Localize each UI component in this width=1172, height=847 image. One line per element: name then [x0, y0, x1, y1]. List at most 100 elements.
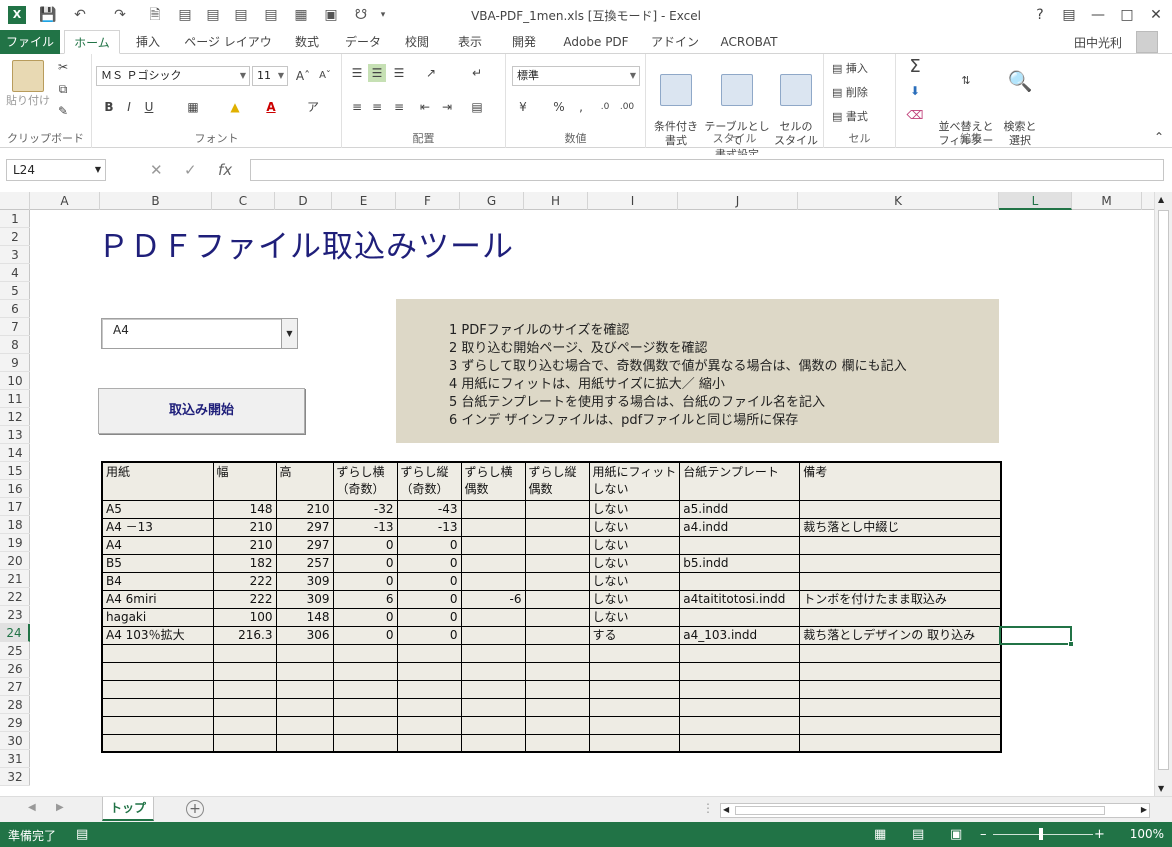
scroll-thumb[interactable] — [1158, 210, 1169, 770]
table-cell[interactable] — [212, 715, 277, 735]
table-cell[interactable] — [679, 571, 801, 591]
table-cell[interactable] — [396, 661, 462, 681]
table-cell[interactable]: 309 — [275, 589, 334, 609]
table-cell[interactable] — [460, 535, 526, 555]
scroll-up-icon[interactable]: ▲ — [1158, 195, 1164, 204]
tab-view[interactable]: 表示 — [448, 30, 492, 54]
column-header[interactable]: D — [275, 192, 332, 210]
font-size-select[interactable]: 11 ▼ — [252, 66, 288, 86]
close-icon[interactable]: ✕ — [1143, 5, 1169, 25]
table-cell[interactable] — [332, 715, 398, 735]
row-header[interactable]: 9 — [0, 354, 30, 372]
table-cell[interactable] — [799, 715, 1002, 735]
merge-center-icon[interactable]: ▤ — [468, 98, 486, 116]
delete-cells-button[interactable]: ▤ 削除 — [832, 84, 868, 100]
table-cell[interactable]: 0 — [332, 553, 398, 573]
format-painter-icon[interactable]: ✎ — [54, 102, 72, 120]
row-header[interactable]: 14 — [0, 444, 30, 462]
table-cell[interactable] — [212, 643, 277, 663]
column-header[interactable]: I — [588, 192, 678, 210]
zoom-slider-thumb[interactable] — [1039, 828, 1043, 840]
row-header[interactable]: 21 — [0, 570, 30, 588]
decrease-decimal-icon[interactable]: .00 — [618, 98, 636, 116]
clear-icon[interactable]: ⌫ — [906, 106, 924, 124]
column-header[interactable]: K — [798, 192, 999, 210]
table-cell[interactable] — [588, 733, 681, 753]
tab-acrobat[interactable]: ACROBAT — [714, 30, 784, 54]
table-cell[interactable] — [101, 697, 214, 717]
add-sheet-icon[interactable]: + — [186, 800, 204, 818]
table-cell[interactable] — [460, 715, 526, 735]
table-cell[interactable]: 0 — [396, 553, 462, 573]
table-cell[interactable] — [396, 697, 462, 717]
table-cell[interactable] — [524, 517, 590, 537]
border-icon[interactable]: ▦ — [184, 98, 202, 116]
align-left-icon[interactable]: ≡ — [348, 98, 366, 116]
table-header-cell[interactable]: ずらし横 偶数 — [460, 461, 526, 501]
fill-handle[interactable] — [1068, 641, 1074, 647]
table-cell[interactable] — [799, 499, 1002, 519]
row-header[interactable]: 19 — [0, 534, 30, 552]
table-cell[interactable] — [588, 661, 681, 681]
italic-button[interactable]: I — [120, 98, 138, 116]
table-cell[interactable] — [799, 643, 1002, 663]
row-header[interactable]: 15 — [0, 462, 30, 480]
table-cell[interactable]: 210 — [212, 535, 277, 555]
table-cell[interactable] — [460, 697, 526, 717]
table-cell[interactable]: 148 — [212, 499, 277, 519]
table-cell[interactable]: -32 — [332, 499, 398, 519]
zoom-out-icon[interactable]: – — [980, 827, 987, 842]
table-cell[interactable] — [396, 679, 462, 699]
table-header-cell[interactable]: 用紙にフィット しない — [588, 461, 681, 501]
vertical-scrollbar[interactable]: ▲ ▼ — [1154, 192, 1172, 796]
table-cell[interactable] — [460, 733, 526, 753]
table-cell[interactable] — [799, 607, 1002, 627]
row-header[interactable]: 17 — [0, 498, 30, 516]
table-cell[interactable] — [460, 643, 526, 663]
table-cell[interactable] — [679, 535, 801, 555]
table-cell[interactable]: A4 — [101, 535, 214, 555]
table-cell[interactable] — [524, 589, 590, 609]
table-header-cell[interactable]: 台紙テンプレート — [679, 461, 801, 501]
table-cell[interactable]: しない — [588, 535, 681, 555]
table-cell[interactable]: 222 — [212, 571, 277, 591]
table-cell[interactable] — [275, 697, 334, 717]
maximize-icon[interactable]: □ — [1114, 5, 1140, 25]
percent-icon[interactable]: % — [550, 98, 568, 116]
table-cell[interactable]: しない — [588, 499, 681, 519]
table-cell[interactable]: A5 — [101, 499, 214, 519]
table-cell[interactable] — [101, 679, 214, 699]
row-header[interactable]: 7 — [0, 318, 30, 336]
table-cell[interactable] — [101, 643, 214, 663]
table-cell[interactable]: a4taititotosi.indd — [679, 589, 801, 609]
table-cell[interactable] — [460, 571, 526, 591]
table-cell[interactable]: -13 — [332, 517, 398, 537]
tab-data[interactable]: データ — [338, 30, 388, 54]
table-cell[interactable]: -6 — [460, 589, 526, 609]
row-header[interactable]: 29 — [0, 714, 30, 732]
underline-button[interactable]: U — [140, 98, 158, 116]
avatar[interactable] — [1136, 31, 1158, 53]
table-cell[interactable]: トンボを付けたまま取込み — [799, 589, 1002, 609]
fill-icon[interactable]: ⬇ — [906, 82, 924, 100]
row-header[interactable]: 3 — [0, 246, 30, 264]
table-cell[interactable]: しない — [588, 517, 681, 537]
font-name-select[interactable]: ＭＳ Ｐゴシック ▼ — [96, 66, 250, 86]
table-cell[interactable] — [679, 733, 801, 753]
table-cell[interactable] — [396, 643, 462, 663]
table-cell[interactable] — [212, 679, 277, 699]
tab-file[interactable]: ファイル — [0, 30, 60, 54]
next-sheet-icon[interactable]: ▶ — [56, 802, 64, 813]
collapse-ribbon-icon[interactable]: ⌃ — [1150, 128, 1168, 146]
zoom-slider[interactable] — [993, 834, 1093, 835]
table-cell[interactable]: 0 — [332, 571, 398, 591]
table-cell[interactable] — [460, 553, 526, 573]
table-cell[interactable] — [524, 571, 590, 591]
table-cell[interactable]: 0 — [332, 625, 398, 645]
splitter-icon[interactable]: ⋮ — [702, 801, 714, 815]
row-header[interactable]: 31 — [0, 750, 30, 768]
table-cell[interactable] — [212, 661, 277, 681]
table-cell[interactable]: 0 — [396, 571, 462, 591]
paste-button[interactable]: 貼り付け — [6, 60, 50, 108]
table-cell[interactable]: 297 — [275, 535, 334, 555]
